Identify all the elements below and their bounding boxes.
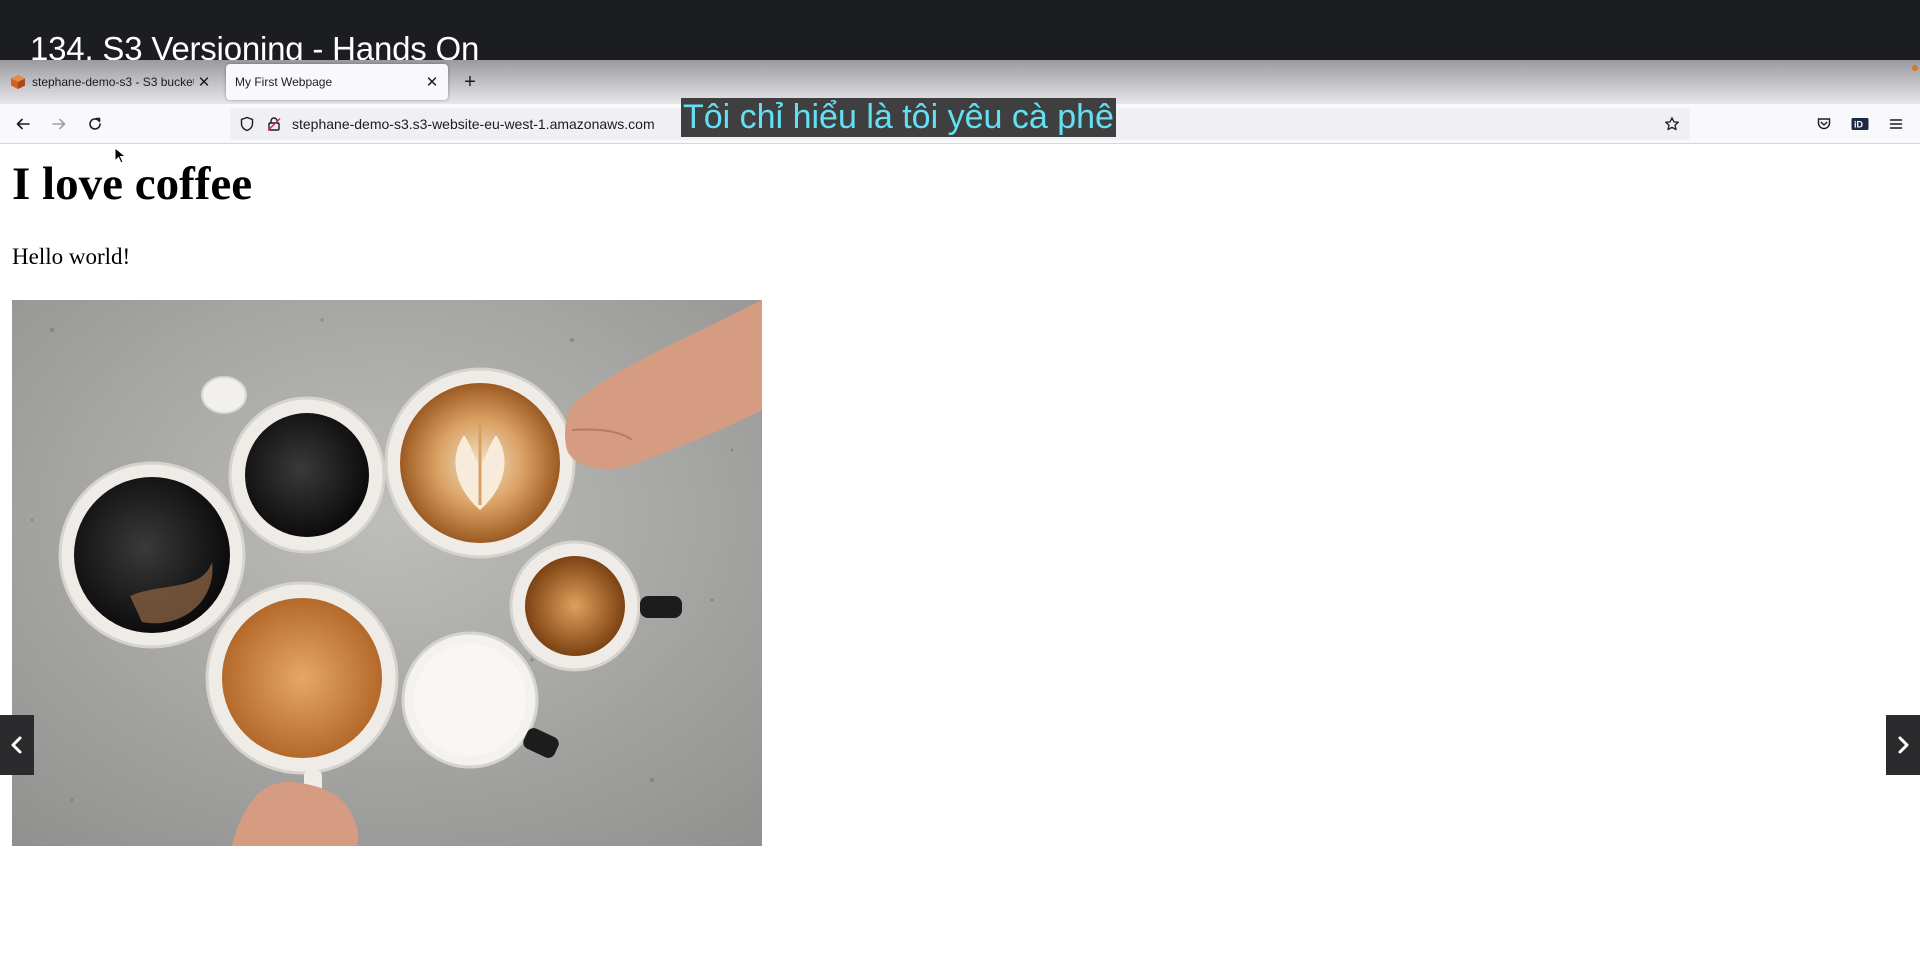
tab-my-first-webpage[interactable]: My First Webpage ✕: [226, 64, 448, 100]
page-heading: I love coffee: [12, 158, 253, 210]
tab-label: My First Webpage: [235, 75, 333, 89]
chevron-right-icon[interactable]: [1886, 715, 1920, 775]
web-page-content: I love coffee Hello world!: [0, 145, 1920, 974]
mouse-cursor-icon: [114, 146, 128, 165]
page-paragraph: Hello world!: [12, 244, 131, 269]
video-title-bar: 134. S3 Versioning - Hands On: [0, 0, 1920, 67]
coffee-image: [12, 300, 762, 846]
bookmark-star-icon[interactable]: [1662, 114, 1682, 134]
plus-icon[interactable]: +: [458, 70, 482, 94]
video-subtitle: Tôi chỉ hiểu là tôi yêu cà phê: [681, 98, 1116, 137]
pocket-icon[interactable]: [1810, 110, 1838, 138]
tab-label: stephane-demo-s3 - S3 bucket: [32, 75, 194, 89]
aws-s3-icon: [10, 74, 26, 90]
svg-text:iD: iD: [1854, 120, 1864, 130]
extension-id-icon[interactable]: iD: [1846, 110, 1874, 138]
menu-icon[interactable]: [1882, 110, 1910, 138]
reload-icon[interactable]: [81, 110, 109, 138]
close-icon[interactable]: ✕: [422, 72, 442, 92]
window-indicator: [1912, 65, 1918, 71]
chevron-left-icon[interactable]: [0, 715, 34, 775]
back-icon[interactable]: [9, 110, 37, 138]
close-icon[interactable]: ✕: [194, 72, 214, 92]
tab-s3-bucket[interactable]: stephane-demo-s3 - S3 bucket ✕: [0, 64, 220, 100]
shield-icon[interactable]: [237, 114, 257, 134]
url-text[interactable]: stephane-demo-s3.s3-website-eu-west-1.am…: [292, 116, 655, 132]
forward-icon[interactable]: [45, 110, 73, 138]
insecure-lock-icon[interactable]: [264, 114, 284, 134]
